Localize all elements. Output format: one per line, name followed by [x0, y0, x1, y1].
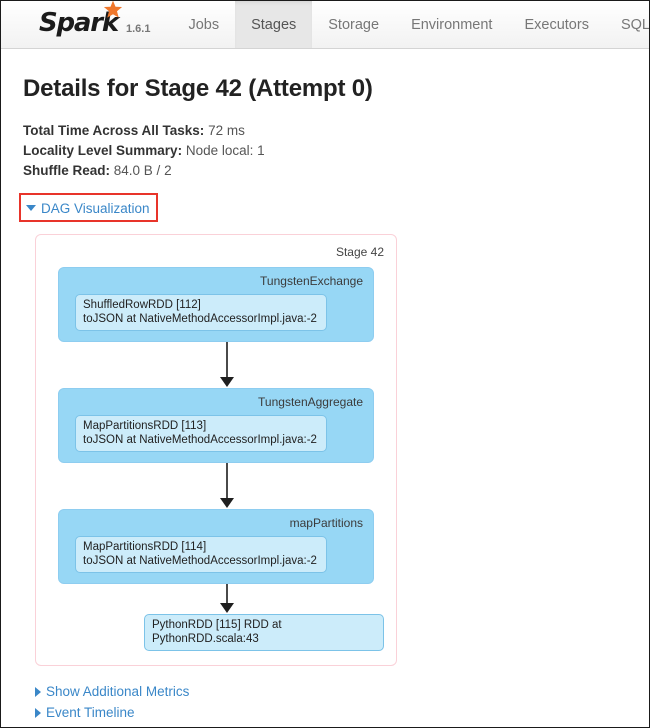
- arrowhead-icon: [220, 498, 234, 508]
- nav-tab-environment[interactable]: Environment: [395, 1, 508, 48]
- dag-edge-arrow: [48, 584, 384, 614]
- nav-tab-storage[interactable]: Storage: [312, 1, 395, 48]
- rdd-node-115[interactable]: PythonRDD [115] RDD at PythonRDD.scala:4…: [144, 614, 384, 651]
- dag-visualization-container[interactable]: Stage 42 TungstenExchange ShuffledRowRDD…: [35, 234, 397, 666]
- spark-wordmark: Spark: [39, 1, 123, 36]
- rdd-node-name: PythonRDD [115]: [152, 619, 241, 631]
- summary-row-shuffle-read: Shuffle Read: 84.0 B / 2: [23, 161, 627, 181]
- edge-line: [226, 463, 228, 501]
- summary-label: Shuffle Read:: [23, 163, 111, 178]
- caret-down-icon: [26, 205, 36, 211]
- dag-visualization-toggle[interactable]: DAG Visualization: [26, 201, 150, 216]
- summary-row-total-time: Total Time Across All Tasks: 72 ms: [23, 121, 627, 141]
- nav-tab-executors[interactable]: Executors: [508, 1, 604, 48]
- rdd-node-113[interactable]: MapPartitionsRDD [113] toJSON at NativeM…: [75, 415, 327, 452]
- footer-links: Show Additional Metrics Event Timeline: [35, 684, 627, 720]
- summary-value: 72 ms: [208, 123, 245, 138]
- summary-value: 84.0 B / 2: [113, 163, 172, 178]
- version-label: 1.6.1: [126, 22, 151, 35]
- scope-label: TungstenAggregate: [258, 395, 363, 409]
- caret-right-icon: [35, 707, 41, 718]
- show-additional-metrics-label: Show Additional Metrics: [46, 684, 190, 699]
- dag-visualization-label: DAG Visualization: [41, 200, 150, 216]
- summary-label: Locality Level Summary:: [23, 143, 183, 158]
- dag-scope-tungsten-aggregate[interactable]: TungstenAggregate MapPartitionsRDD [113]…: [58, 388, 374, 463]
- dag-scope-map-partitions[interactable]: mapPartitions MapPartitionsRDD [114] toJ…: [58, 509, 374, 584]
- brand-logo[interactable]: Spark 1.6.1: [1, 1, 151, 40]
- scope-label: TungstenExchange: [260, 274, 363, 288]
- spark-star-icon: [101, 1, 125, 23]
- rdd-node-callsite: toJSON at NativeMethodAccessorImpl.java:…: [83, 555, 317, 567]
- nav-tab-sql[interactable]: SQL: [605, 1, 649, 48]
- main-content: Details for Stage 42 (Attempt 0) Total T…: [1, 49, 649, 720]
- spark-ui-page: Spark 1.6.1 Jobs Stages Storage Environm…: [0, 0, 650, 728]
- summary-value: Node local: 1: [185, 143, 265, 158]
- dag-visualization-highlight: DAG Visualization: [19, 193, 158, 222]
- rdd-node-112[interactable]: ShuffledRowRDD [112] toJSON at NativeMet…: [75, 294, 327, 331]
- rdd-node-callsite: toJSON at NativeMethodAccessorImpl.java:…: [83, 434, 317, 446]
- summary-label: Total Time Across All Tasks:: [23, 123, 205, 138]
- rdd-node-name: MapPartitionsRDD [113]: [83, 420, 207, 432]
- caret-right-icon: [35, 686, 41, 697]
- scope-label: mapPartitions: [289, 516, 363, 530]
- rdd-node-name: MapPartitionsRDD [114]: [83, 541, 207, 553]
- edge-line: [226, 342, 228, 380]
- event-timeline-toggle[interactable]: Event Timeline: [35, 705, 627, 720]
- dag-edge-arrow: [48, 342, 384, 388]
- navbar: Spark 1.6.1 Jobs Stages Storage Environm…: [1, 1, 649, 49]
- nav-tabs: Jobs Stages Storage Environment Executor…: [172, 1, 649, 48]
- rdd-node-callsite: toJSON at NativeMethodAccessorImpl.java:…: [83, 313, 317, 325]
- arrowhead-icon: [220, 377, 234, 387]
- rdd-node-114[interactable]: MapPartitionsRDD [114] toJSON at NativeM…: [75, 536, 327, 573]
- rdd-node-name: ShuffledRowRDD [112]: [83, 299, 201, 311]
- show-additional-metrics-toggle[interactable]: Show Additional Metrics: [35, 684, 627, 699]
- nav-tab-jobs[interactable]: Jobs: [172, 1, 235, 48]
- summary-row-locality: Locality Level Summary: Node local: 1: [23, 141, 627, 161]
- page-title: Details for Stage 42 (Attempt 0): [23, 75, 373, 102]
- event-timeline-label: Event Timeline: [46, 705, 135, 720]
- nav-tab-stages[interactable]: Stages: [235, 1, 313, 48]
- arrowhead-icon: [220, 603, 234, 613]
- stage-summary: Total Time Across All Tasks: 72 ms Local…: [23, 121, 627, 181]
- dag-scope-tungsten-exchange[interactable]: TungstenExchange ShuffledRowRDD [112] to…: [58, 267, 374, 342]
- stage-label: Stage 42: [335, 245, 384, 259]
- dag-edge-arrow: [48, 463, 384, 509]
